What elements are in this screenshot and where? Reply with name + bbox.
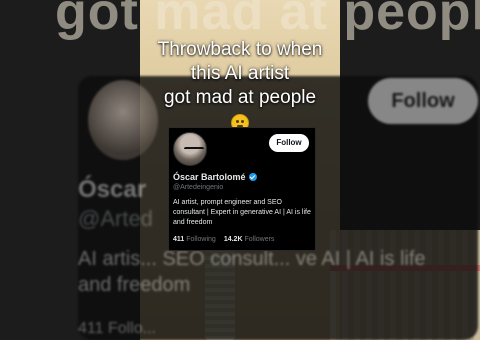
verified-badge-icon xyxy=(248,173,257,181)
caption-line-2: this AI artist xyxy=(190,63,290,84)
profile-name-row: Óscar Bartolomé xyxy=(173,172,257,182)
background-profile-handle: @Arted xyxy=(78,206,153,231)
background-title-text: got mad at people xyxy=(55,0,480,41)
avatar[interactable] xyxy=(173,132,207,166)
profile-stats: 411 Following 14.2K Followers xyxy=(173,236,274,243)
background-profile-bio: AI artis... SEO consult... ve AI | AI is… xyxy=(78,248,426,296)
caption-line-1: Throwback to when xyxy=(157,39,323,60)
profile-name: Óscar Bartolomé xyxy=(173,172,246,182)
followers-count: 14.2K xyxy=(223,236,243,243)
followers-label: Followers xyxy=(244,236,275,243)
follow-button[interactable]: Follow xyxy=(269,134,309,152)
caption-line-3: got mad at people xyxy=(163,87,317,108)
background-profile-name: Óscar xyxy=(78,176,147,203)
following-link[interactable]: 411 Following xyxy=(173,236,216,243)
following-label: Following xyxy=(186,236,216,243)
background-follow-button: Follow xyxy=(368,78,478,124)
profile-bio: AI artist, prompt engineer and SEO consu… xyxy=(173,199,311,226)
video-caption: Throwback to when this AI artist got mad… xyxy=(140,38,340,139)
following-count: 411 xyxy=(173,236,185,243)
profile-handle: @Artedeingenio xyxy=(173,184,224,191)
profile-card: Follow Óscar Bartolomé @Artedeingenio AI… xyxy=(168,127,316,251)
background-profile-stats: 411 Follo... xyxy=(78,320,156,337)
followers-link[interactable]: 14.2K Followers xyxy=(224,236,275,243)
